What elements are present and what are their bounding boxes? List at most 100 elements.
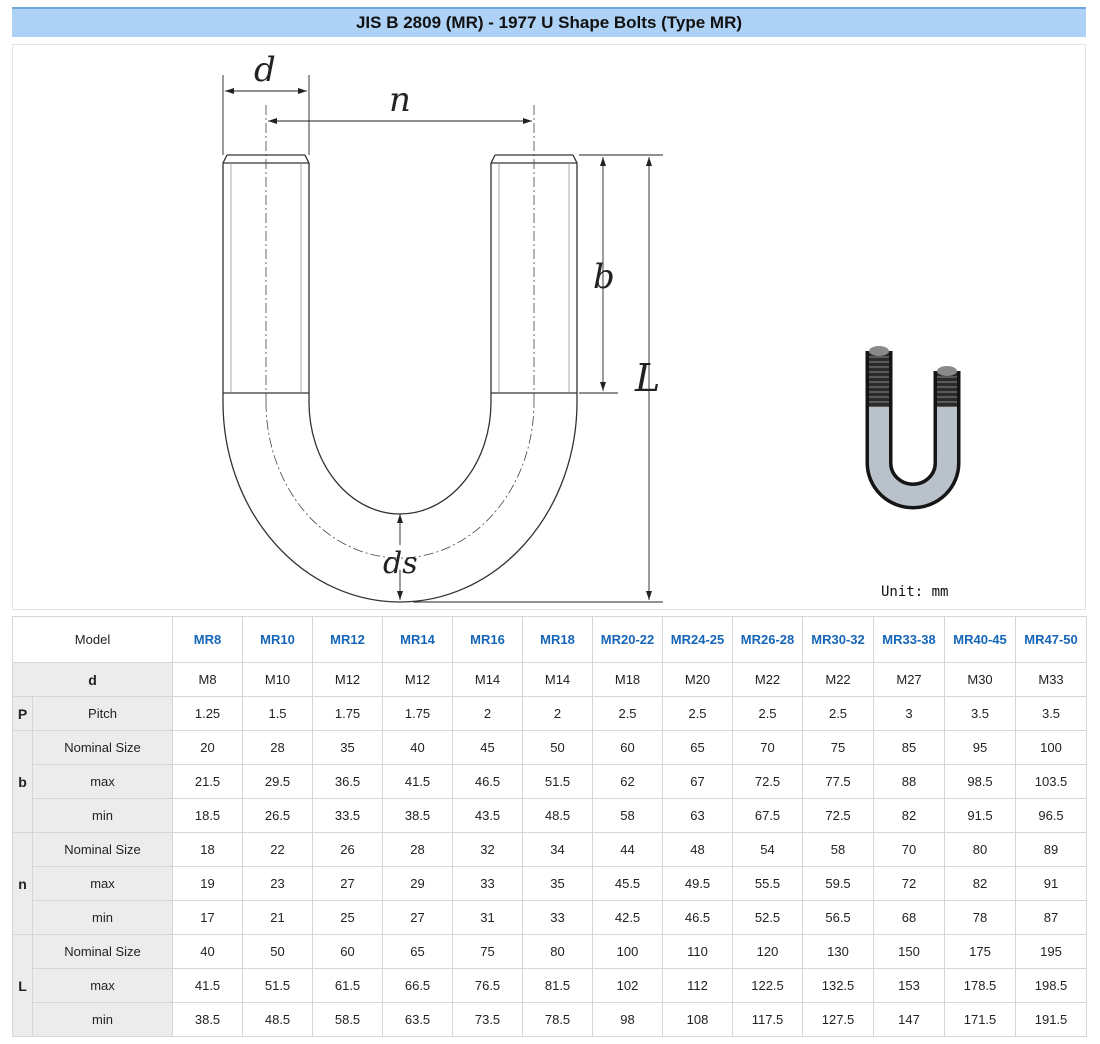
table-cell: 75 <box>452 934 524 969</box>
table-cell: 50 <box>522 730 594 765</box>
table-cell: 88 <box>873 764 946 799</box>
dim-label-b: b <box>593 257 615 297</box>
table-cell: 61.5 <box>312 968 384 1003</box>
table-cell: 1.25 <box>172 696 244 731</box>
table-cell: 45 <box>452 730 524 765</box>
thread-lines <box>230 163 570 393</box>
table-cell: 150 <box>873 934 946 969</box>
table-cell: 26 <box>312 832 384 867</box>
table-cell: 91 <box>1015 866 1088 901</box>
model-column-header: MR20-22 <box>592 616 664 663</box>
table-cell: 70 <box>873 832 946 867</box>
table-cell: 29.5 <box>242 764 314 799</box>
table-cell: 98 <box>592 1002 664 1037</box>
table-cell: 65 <box>662 730 734 765</box>
spec-table: Model MR8 MR10 MR12 MR14 MR16 MR18 MR20-22 MR24-… <box>11 616 1088 1037</box>
table-row: d M8 M10 M12 M12 M14 M14 M18 M20 M22 M22 M27 M30 M33 <box>11 662 1088 697</box>
table-cell: 17 <box>172 900 244 935</box>
table-cell: M14 <box>452 662 524 697</box>
table-cell: 132.5 <box>802 968 875 1003</box>
dim-label-L: L <box>634 356 660 400</box>
table-cell: 3.5 <box>1015 696 1088 731</box>
table-cell: 28 <box>242 730 314 765</box>
table-cell: 18 <box>172 832 244 867</box>
table-cell: 77.5 <box>802 764 875 799</box>
model-column-header: MR16 <box>452 616 524 663</box>
row-label: max <box>31 866 174 901</box>
table-cell: 1.5 <box>242 696 314 731</box>
table-cell: 63.5 <box>382 1002 454 1037</box>
table-cell: 20 <box>172 730 244 765</box>
table-cell: 65 <box>382 934 454 969</box>
row-label-pitch: Pitch <box>31 696 174 731</box>
table-cell: 28 <box>382 832 454 867</box>
table-cell: 72 <box>873 866 946 901</box>
table-cell: 22 <box>242 832 314 867</box>
table-cell: 122.5 <box>732 968 804 1003</box>
model-column-header: MR8 <box>172 616 244 663</box>
table-cell: 117.5 <box>732 1002 804 1037</box>
table-cell: 72.5 <box>802 798 875 833</box>
table-cell: 40 <box>382 730 454 765</box>
table-cell: 73.5 <box>452 1002 524 1037</box>
model-column-header: MR18 <box>522 616 594 663</box>
table-cell: 89 <box>1015 832 1088 867</box>
table-cell: 44 <box>592 832 664 867</box>
row-label: max <box>31 764 174 799</box>
model-column-header: MR47-50 <box>1015 616 1088 663</box>
table-cell: 46.5 <box>662 900 734 935</box>
table-cell: 58.5 <box>312 1002 384 1037</box>
table-cell: 66.5 <box>382 968 454 1003</box>
table-cell: 35 <box>312 730 384 765</box>
table-row: max 19 23 27 29 33 35 45.5 49.5 55.5 59.5 72 82 91 <box>13 866 1088 901</box>
table-cell: 175 <box>944 934 1017 969</box>
table-cell: 34 <box>522 832 594 867</box>
table-cell: 75 <box>802 730 875 765</box>
table-cell: 78 <box>944 900 1017 935</box>
table-cell: 82 <box>873 798 946 833</box>
table-cell: 56.5 <box>802 900 875 935</box>
table-cell: 51.5 <box>242 968 314 1003</box>
table-cell: 91.5 <box>944 798 1017 833</box>
table-cell: 96.5 <box>1015 798 1088 833</box>
table-cell: 102 <box>592 968 664 1003</box>
table-cell: 35 <box>522 866 594 901</box>
table-cell: M14 <box>522 662 594 697</box>
table-cell: 67 <box>662 764 734 799</box>
table-cell: 100 <box>592 934 664 969</box>
table-cell: 41.5 <box>172 968 244 1003</box>
table-row: min 17 21 25 27 31 33 42.5 46.5 52.5 56.5 68 78 87 <box>13 900 1088 935</box>
table-cell: 40 <box>172 934 244 969</box>
table-cell: 45.5 <box>592 866 664 901</box>
model-column-header: MR14 <box>382 616 454 663</box>
table-cell: 51.5 <box>522 764 594 799</box>
model-column-header: MR12 <box>312 616 384 663</box>
u-bolt-photo-icon <box>865 346 961 510</box>
table-cell: 110 <box>662 934 734 969</box>
table-cell: 38.5 <box>382 798 454 833</box>
table-cell: 27 <box>382 900 454 935</box>
table-cell: M30 <box>944 662 1017 697</box>
model-column-header: MR30-32 <box>802 616 875 663</box>
table-cell: 50 <box>242 934 314 969</box>
model-column-header: MR10 <box>242 616 314 663</box>
model-header: Model <box>11 616 174 663</box>
page-title: JIS B 2809 (MR) - 1977 U Shape Bolts (Ty… <box>12 7 1086 37</box>
table-cell: 195 <box>1015 934 1088 969</box>
table-cell: 95 <box>944 730 1017 765</box>
table-cell: 55.5 <box>732 866 804 901</box>
table-cell: 3 <box>873 696 946 731</box>
row-label: min <box>31 1002 174 1037</box>
table-cell: 82 <box>944 866 1017 901</box>
table-cell: 108 <box>662 1002 734 1037</box>
group-label-n: n <box>12 832 33 935</box>
table-cell: 130 <box>802 934 875 969</box>
table-cell: 46.5 <box>452 764 524 799</box>
table-row: P Pitch 1.25 1.5 1.75 1.75 2 2 2.5 2.5 2.5 2.5 3 3.5 3… <box>12 696 1088 731</box>
table-cell: 81.5 <box>522 968 594 1003</box>
table-cell: 41.5 <box>382 764 454 799</box>
table-cell: 112 <box>662 968 734 1003</box>
table-cell: 19 <box>172 866 244 901</box>
table-row: b Nominal Size 20 28 35 40 45 50 60 65 70 75 85 95 100 <box>12 730 1088 833</box>
table-cell: 100 <box>1015 730 1088 765</box>
